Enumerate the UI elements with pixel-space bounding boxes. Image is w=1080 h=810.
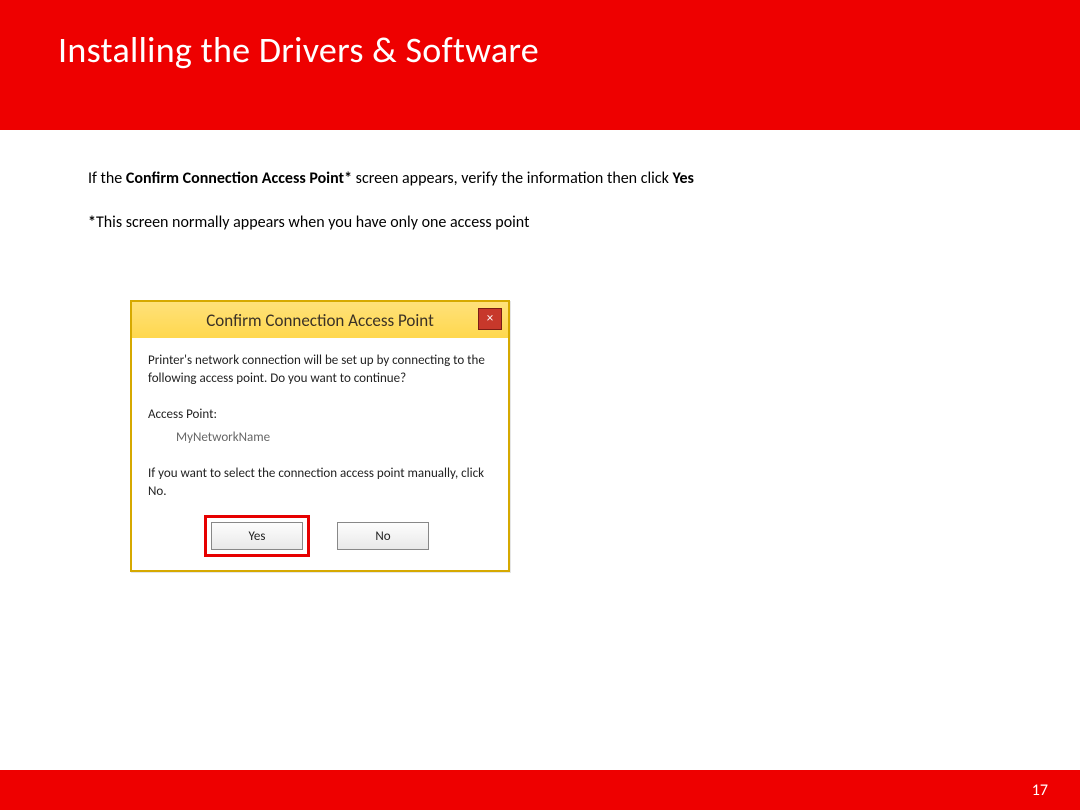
dialog-access-point-name: MyNetworkName — [176, 430, 492, 445]
page-number: 17 — [1032, 781, 1048, 800]
para1-pre: If the — [88, 169, 126, 188]
dialog-titlebar: Confirm Connection Access Point × — [132, 302, 508, 338]
confirm-connection-dialog: Confirm Connection Access Point × Printe… — [130, 300, 510, 572]
dialog-body: Printer's network connection will be set… — [132, 338, 508, 570]
footer-bar: 17 — [0, 770, 1080, 810]
dialog-screenshot: Confirm Connection Access Point × Printe… — [130, 300, 510, 572]
dialog-button-row: Yes No — [148, 518, 492, 552]
para2-asterisk: * — [88, 213, 96, 232]
page-title: Installing the Drivers & Software — [58, 28, 539, 72]
dialog-access-point-label: Access Point: — [148, 407, 492, 422]
para2-text: This screen normally appears when you ha… — [96, 213, 529, 232]
slide-page: Installing the Drivers & Software If the… — [0, 0, 1080, 810]
no-button[interactable]: No — [337, 522, 429, 550]
dialog-message-2: If you want to select the connection acc… — [148, 465, 492, 500]
para1-bold2: Yes — [672, 169, 693, 188]
header-bar: Installing the Drivers & Software — [0, 0, 1080, 130]
para1-bold1: Confirm Connection Access Point* — [126, 169, 352, 188]
dialog-message-1: Printer's network connection will be set… — [148, 352, 492, 387]
yes-button[interactable]: Yes — [211, 522, 303, 550]
dialog-close-button[interactable]: × — [478, 308, 502, 330]
instruction-paragraph-2: *This screen normally appears when you h… — [88, 212, 992, 234]
dialog-title: Confirm Connection Access Point — [206, 310, 434, 331]
para1-mid: screen appears, verify the information t… — [352, 169, 672, 188]
instruction-paragraph-1: If the Confirm Connection Access Point* … — [88, 168, 992, 190]
